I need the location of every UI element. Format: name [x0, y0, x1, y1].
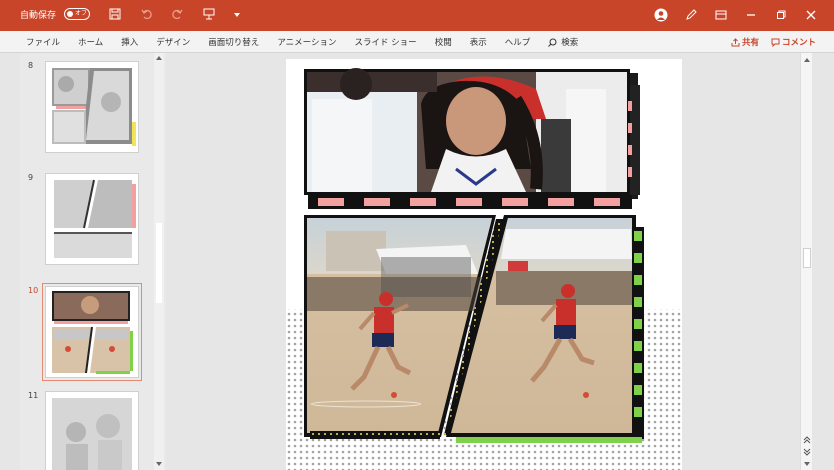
search-label: 検索 — [561, 38, 579, 48]
tab-animations[interactable]: アニメーション — [277, 36, 336, 48]
close-icon[interactable] — [804, 8, 818, 22]
slide-thumbnail-pane: 8 9 10 11 — [20, 53, 166, 470]
save-icon[interactable] — [108, 7, 122, 21]
slide-thumbnail[interactable] — [45, 173, 139, 265]
redo-icon[interactable] — [170, 7, 184, 21]
slide-number: 8 — [28, 61, 34, 70]
tab-slideshow[interactable]: スライド ショー — [354, 36, 416, 48]
powerpoint-window: 自動保存 オフ ファイル ホーム 挿入 デザイン 画面切り替え アニメーション … — [0, 0, 834, 470]
tab-file[interactable]: ファイル — [26, 36, 60, 48]
slide-number: 11 — [28, 391, 39, 400]
title-bar: 自動保存 オフ — [0, 0, 834, 31]
comment-label: コメント — [781, 38, 816, 48]
comments-button[interactable]: コメント — [771, 36, 816, 48]
comment-icon — [771, 38, 780, 47]
tab-help[interactable]: ヘルプ — [505, 36, 531, 48]
tab-review[interactable]: 校閲 — [435, 36, 452, 48]
top-photo-frame[interactable] — [304, 68, 640, 199]
tab-design[interactable]: デザイン — [156, 36, 190, 48]
next-slide-icon[interactable] — [803, 448, 811, 456]
autosave-state: オフ — [75, 10, 88, 17]
undo-icon[interactable] — [140, 7, 154, 21]
editor-scrollbar[interactable] — [800, 53, 812, 470]
ribbon-display-icon[interactable] — [714, 8, 728, 22]
restore-icon[interactable] — [774, 8, 788, 22]
slide-thumbnail[interactable] — [42, 283, 142, 381]
slide-editor — [166, 53, 800, 470]
autosave-label: 自動保存 — [20, 10, 57, 21]
previous-slide-icon[interactable] — [803, 436, 811, 444]
pen-icon[interactable] — [684, 8, 698, 22]
thumbnail-scrollbar[interactable] — [154, 53, 164, 470]
minimize-icon[interactable] — [744, 8, 758, 22]
slide-number: 10 — [28, 286, 39, 295]
search-icon — [548, 38, 557, 47]
search-box[interactable]: 検索 — [548, 36, 578, 48]
tab-view[interactable]: 表示 — [470, 36, 487, 48]
share-label: 共有 — [741, 38, 759, 48]
ribbon-tabs: ファイル ホーム 挿入 デザイン 画面切り替え アニメーション スライド ショー… — [0, 31, 834, 53]
present-icon[interactable] — [202, 7, 216, 21]
current-slide[interactable] — [286, 59, 682, 470]
slide-thumbnail[interactable] — [45, 391, 139, 470]
tab-insert[interactable]: 挿入 — [121, 36, 138, 48]
tab-home[interactable]: ホーム — [78, 36, 103, 48]
account-avatar-icon[interactable] — [654, 8, 668, 22]
autosave-toggle[interactable]: オフ — [64, 8, 91, 20]
customize-quick-access-icon[interactable] — [230, 7, 244, 21]
tab-transitions[interactable]: 画面切り替え — [208, 36, 259, 48]
slide-number: 9 — [28, 173, 34, 182]
share-button[interactable]: 共有 — [731, 36, 759, 48]
slide-thumbnail[interactable] — [45, 61, 139, 153]
share-icon — [731, 37, 740, 46]
